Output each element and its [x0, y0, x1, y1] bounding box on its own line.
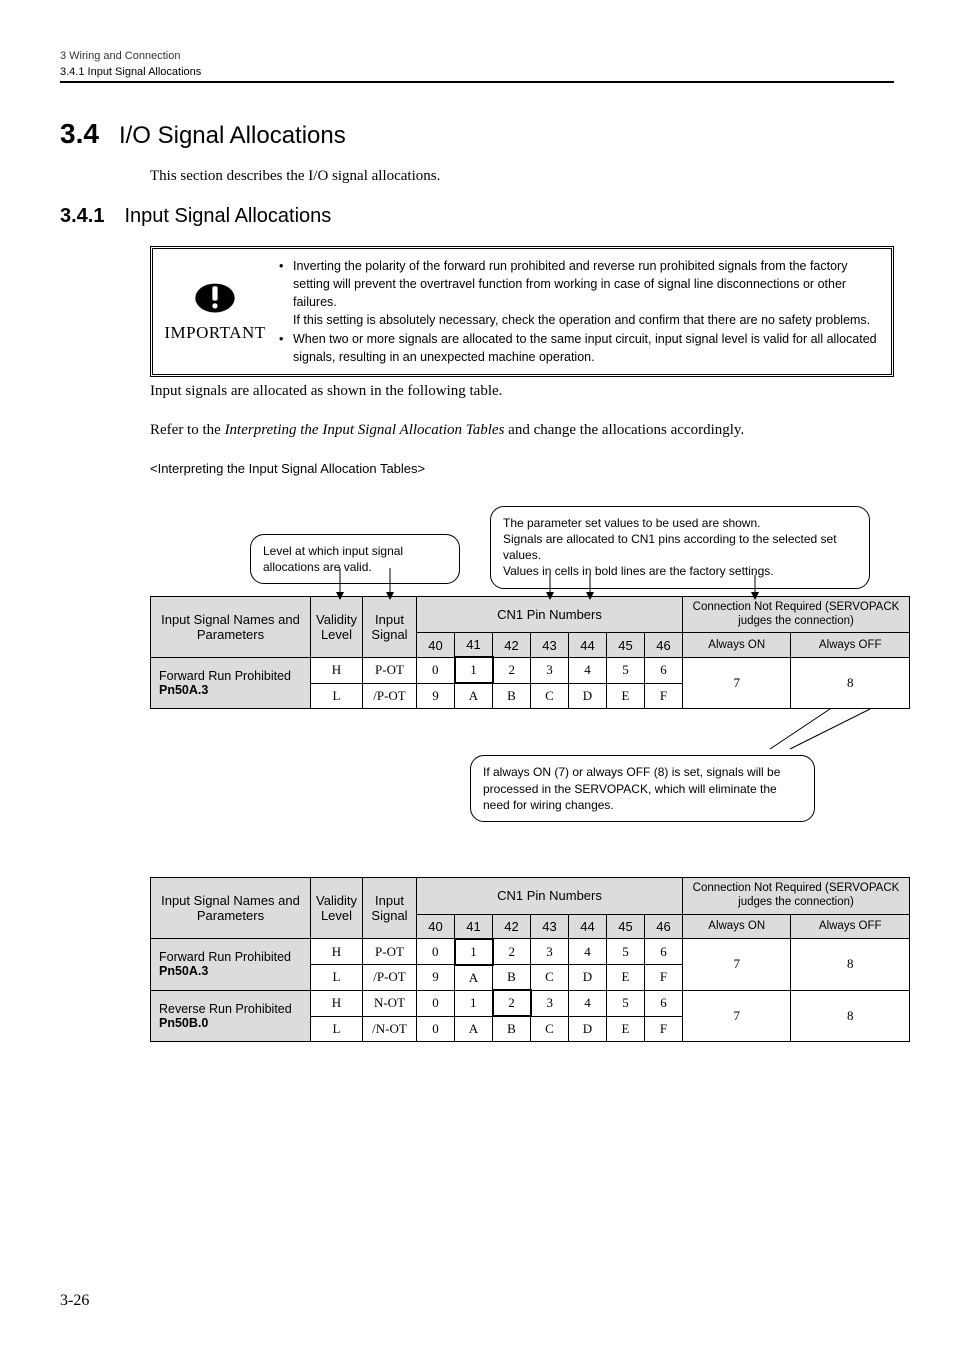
table-row: Forward Run ProhibitedPn50A.3 H P-OT 0 1…: [151, 657, 910, 683]
bubble-always-on-off: If always ON (7) or always OFF (8) is se…: [470, 755, 815, 822]
allocation-table: Input Signal Names and Parameters Validi…: [150, 877, 910, 1042]
callout-lines-bottom: [150, 709, 910, 755]
important-bullet-1a: Inverting the polarity of the forward ru…: [293, 257, 879, 311]
important-callout: IMPORTANT •Inverting the polarity of the…: [150, 246, 894, 377]
important-bullet-2: When two or more signals are allocated t…: [293, 330, 879, 366]
example-allocation-table: Input Signal Names and Parameters Validi…: [150, 596, 910, 710]
table-row: Forward Run ProhibitedPn50A.3 H P-OT 0 1…: [151, 939, 910, 965]
section-header: 3.4.1 Input Signal Allocations: [60, 66, 894, 83]
section-title: I/O Signal Allocations: [119, 122, 346, 150]
section-intro: This section describes the I/O signal al…: [150, 168, 894, 185]
page-number: 3-26: [60, 1292, 89, 1310]
col-input-signal: Input Signal: [363, 596, 417, 657]
col-validity: Validity Level: [311, 596, 363, 657]
important-icon: [194, 277, 236, 319]
chapter-header: 3 Wiring and Connection: [60, 50, 894, 62]
callout-lines-top: [150, 506, 910, 601]
table-row: Reverse Run ProhibitedPn50B.0 H N-OT 0 1…: [151, 990, 910, 1016]
important-bullet-1b: If this setting is absolutely necessary,…: [293, 311, 879, 329]
allocation-diagram: Level at which input signal allocations …: [150, 506, 894, 822]
refer-text: Refer to the Interpreting the Input Sign…: [150, 422, 894, 439]
table-caption: Input signals are allocated as shown in …: [150, 383, 894, 400]
interpreting-heading: <Interpreting the Input Signal Allocatio…: [150, 461, 894, 476]
col-signal-names: Input Signal Names and Parameters: [151, 596, 311, 657]
section-number: 3.4: [60, 118, 99, 150]
important-label: IMPORTANT: [164, 321, 265, 346]
col-conn-not-req: Connection Not Required (SERVOPACK judge…: [683, 596, 910, 633]
subsection-number: 3.4.1: [60, 205, 104, 228]
col-cn1: CN1 Pin Numbers: [417, 596, 683, 633]
subsection-title: Input Signal Allocations: [124, 205, 331, 228]
